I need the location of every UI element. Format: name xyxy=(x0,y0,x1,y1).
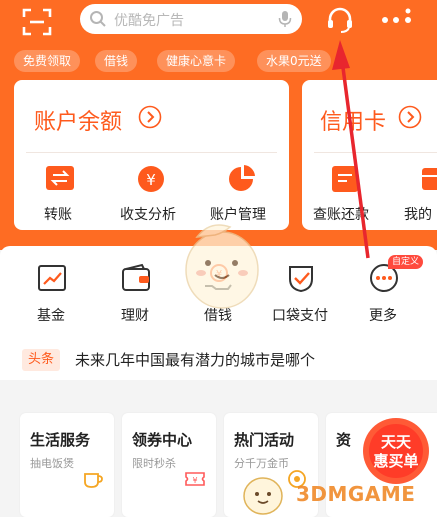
annotation-arrow-icon xyxy=(332,40,370,259)
service-subtitle: 限时秒杀 xyxy=(132,457,176,470)
headline-tag: 头条 xyxy=(22,349,61,371)
chip-free-claim[interactable]: 免费领取 xyxy=(14,50,81,72)
scan-icon[interactable] xyxy=(22,7,52,37)
service-card-coupon[interactable]: 领券中心 限时秒杀 ¥ xyxy=(122,413,216,517)
section-separator xyxy=(0,380,437,413)
promo-line1: 天天 xyxy=(381,433,412,451)
wallet-icon[interactable] xyxy=(120,262,152,294)
grid-label-more[interactable]: 更多 xyxy=(369,305,397,325)
divider xyxy=(26,152,277,153)
fund-chart-icon[interactable] xyxy=(36,262,68,294)
more-menu-icon[interactable] xyxy=(380,8,414,28)
svg-text:¥: ¥ xyxy=(146,171,156,189)
yen-coin-icon: ¥ xyxy=(138,166,164,192)
chevron-right-icon xyxy=(138,105,162,129)
account-balance-card[interactable]: 账户余额 转账 ¥ 收支分析 账户管理 xyxy=(14,80,289,230)
pocket-pay-icon[interactable] xyxy=(285,262,317,294)
service-subtitle: 抽电饭煲 xyxy=(30,457,74,470)
service-title: 生活服务 xyxy=(30,431,91,449)
search-icon xyxy=(90,11,106,27)
chevron-right-icon xyxy=(398,105,422,129)
chip-borrow[interactable]: 借钱 xyxy=(95,50,138,72)
cup-icon xyxy=(84,473,103,488)
action-label-transfer[interactable]: 转账 xyxy=(44,204,72,224)
headline-news[interactable]: 头条 未来几年中国最有潜力的城市是哪个 xyxy=(0,340,437,380)
grid-label-wealth[interactable]: 理财 xyxy=(121,305,149,325)
grid-label-fund[interactable]: 基金 xyxy=(37,305,65,325)
service-title: 热门活动 xyxy=(234,431,295,449)
headline-text[interactable]: 未来几年中国最有潜力的城市是哪个 xyxy=(75,349,315,370)
app-screen: 优酷免广告 免费领取 借钱 健康心意卡 水果0元送 账户余额 转账 ¥ 收支分析… xyxy=(0,0,437,517)
card-title: 账户余额 xyxy=(34,110,123,135)
service-title: 领券中心 xyxy=(132,431,193,449)
card-icon xyxy=(422,168,437,190)
watermark-mascot-icon xyxy=(243,477,283,515)
action-label-mine[interactable]: 我的 xyxy=(404,204,432,224)
pie-chart-icon xyxy=(229,165,255,191)
service-card-life[interactable]: 生活服务 抽电饭煲 xyxy=(20,413,114,517)
custom-badge: 自定义 xyxy=(388,255,424,269)
action-label-analysis[interactable]: 收支分析 xyxy=(120,204,176,224)
mascot-watermark-icon xyxy=(185,224,259,309)
watermark: 3DMGAME xyxy=(238,468,437,516)
svg-text:¥: ¥ xyxy=(192,476,197,485)
watermark-text: 3DMGAME xyxy=(296,482,416,506)
ticket-icon: ¥ xyxy=(185,472,205,486)
search-placeholder: 优酷免广告 xyxy=(114,13,184,29)
microphone-icon[interactable] xyxy=(278,10,292,28)
transfer-icon xyxy=(46,166,74,190)
grid-label-pocket-pay[interactable]: 口袋支付 xyxy=(272,305,328,325)
search-bar[interactable]: 优酷免广告 xyxy=(80,4,302,34)
service-title: 资 xyxy=(336,431,352,449)
chip-health-card[interactable]: 健康心意卡 xyxy=(157,50,236,72)
